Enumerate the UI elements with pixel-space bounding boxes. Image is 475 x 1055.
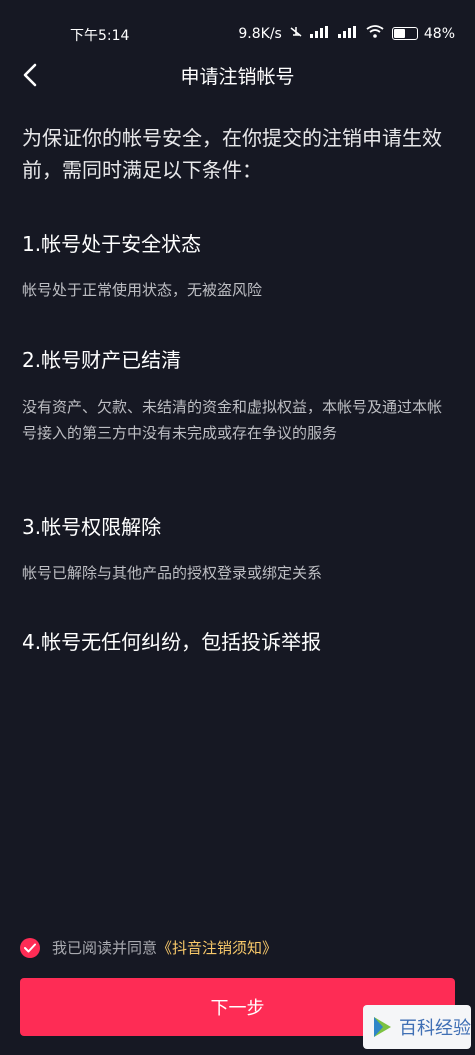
condition-desc-2: 没有资产、欠款、未结清的资金和虚拟权益，本帐号及通过本帐号接入的第三方中没有未完… [22, 398, 443, 442]
status-time: 下午5:14 [70, 28, 130, 44]
mute-icon [288, 25, 304, 42]
signal-icon [309, 26, 332, 41]
agreement-link[interactable]: 《抖音注销须知》 [157, 937, 277, 958]
nav-bar: 申请注销帐号 [0, 52, 475, 97]
battery-icon [391, 27, 418, 40]
network-speed: 9.8K/s [238, 25, 282, 42]
watermark-logo: 百科经验 [363, 1005, 471, 1049]
condition-title-1: 1.帐号处于安全状态 [22, 232, 202, 256]
status-bar: 下午5:14 9.8K/s 48% [0, 0, 475, 60]
condition-title-2: 2.帐号财产已结清 [22, 348, 182, 372]
signal-icon-2 [337, 26, 360, 41]
watermark-text: 百科经验 [399, 1018, 471, 1039]
wifi-icon [366, 25, 384, 42]
page-title: 申请注销帐号 [180, 66, 295, 88]
agreement-checkbox[interactable] [20, 937, 40, 958]
agreement-row: 我已阅读并同意 《抖音注销须知》 [20, 937, 277, 958]
condition-title-3: 3.帐号权限解除 [22, 515, 162, 539]
agreement-text: 我已阅读并同意 [52, 939, 158, 957]
condition-desc-3: 帐号已解除与其他产品的授权登录或绑定关系 [22, 564, 323, 582]
condition-title-4: 4.帐号无任何纠纷，包括投诉举报 [22, 630, 322, 654]
play-logo-icon [374, 1017, 391, 1037]
condition-desc-1: 帐号处于正常使用状态，无被盗风险 [22, 281, 263, 299]
intro-text: 为保证你的帐号安全，在你提交的注销申请生效前，需同时满足以下条件： [22, 126, 442, 182]
status-indicators: 9.8K/s 48% [238, 25, 455, 42]
checkmark-icon [24, 943, 36, 952]
battery-level: 48% [423, 25, 455, 42]
